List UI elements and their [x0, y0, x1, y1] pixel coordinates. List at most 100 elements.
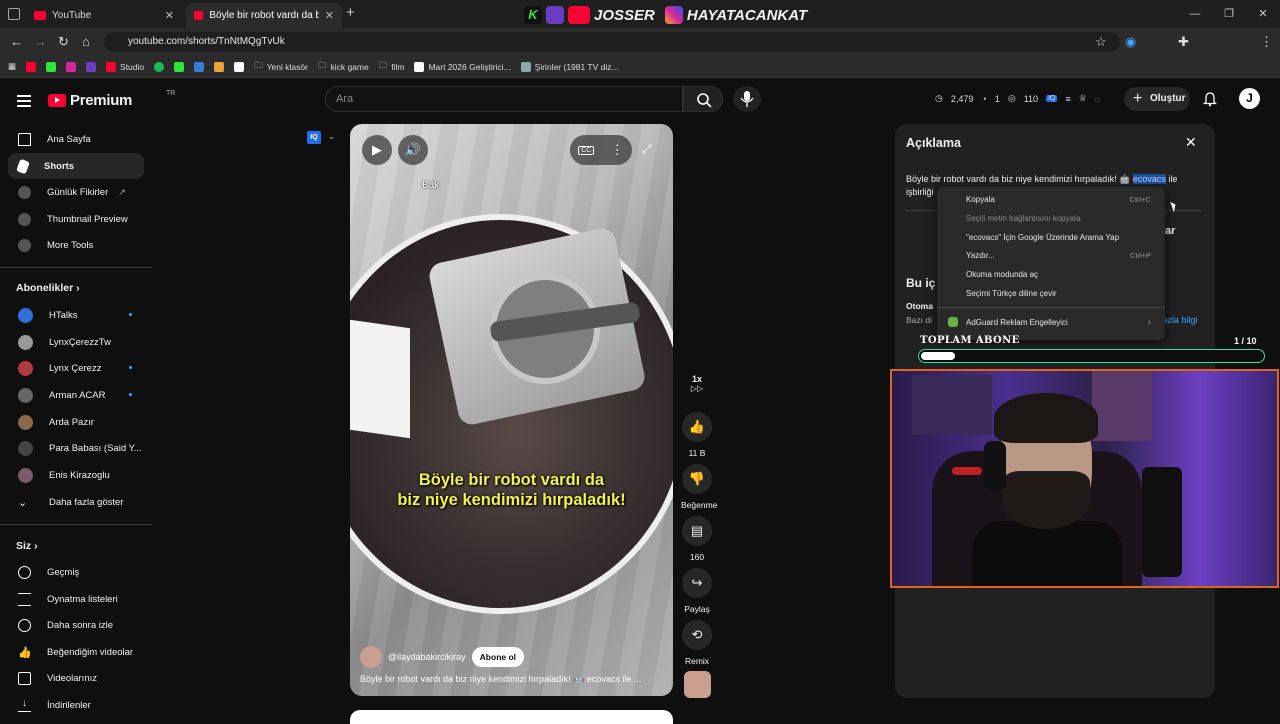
next-short-card[interactable]: [350, 710, 673, 724]
sidebar-item-downloads[interactable]: ↓ İndirilenler: [8, 692, 144, 718]
sidebar-item-home[interactable]: Ana Sayfa: [8, 126, 144, 152]
fullscreen-icon[interactable]: ⤢: [642, 142, 652, 157]
minimize-icon[interactable]: —: [1178, 0, 1212, 28]
like-button[interactable]: 👍 11 B: [681, 412, 713, 458]
channel-avatar[interactable]: [360, 646, 382, 668]
sidebar-item-more-tools[interactable]: More Tools: [8, 232, 144, 258]
sidebar-sub-para-babasi[interactable]: Para Babası (Said Y...: [8, 435, 144, 461]
sidebar-item-playlists[interactable]: Oynatma listeleri: [8, 586, 144, 612]
bookmark-spotify[interactable]: [154, 61, 165, 72]
bookmark-folder-yeni[interactable]: 🗀 Yeni klasör: [254, 60, 308, 74]
extensions-puzzle-icon[interactable]: ✚: [1178, 34, 1189, 50]
sidebar-item-watch-later[interactable]: Daha sonra izle: [8, 612, 144, 638]
bookmark-kick[interactable]: [46, 61, 57, 72]
menu-item-copy-link[interactable]: Seçili metin bağlantısını kopyala: [966, 214, 1080, 223]
menu-item-translate[interactable]: Seçimi Türkçe diline çevir: [966, 289, 1057, 298]
sidebar-item-gunluk-fikirler[interactable]: Günlük Fikirler ↗: [8, 179, 144, 205]
bookmark-kick2[interactable]: [174, 61, 185, 72]
bookmark-instagram[interactable]: [66, 61, 77, 72]
subscribe-button[interactable]: Abone ol: [471, 647, 525, 667]
bookmark-sirinler[interactable]: Şirinler (1981 TV diz...: [520, 61, 619, 72]
dislike-button[interactable]: 👎 Beğenme: [681, 464, 717, 510]
volume-icon: 🔊: [404, 142, 422, 157]
more-info-link[interactable]: fazla bilgi: [1160, 315, 1198, 325]
create-button[interactable]: + Oluştur: [1124, 87, 1190, 111]
sidebar-sub-arda-pazir[interactable]: Arda Pazır: [8, 409, 144, 435]
url-field[interactable]: youtube.com/shorts/TnNtMQgTvUk: [104, 32, 1120, 52]
extension-stats[interactable]: ◷ 2,479 ◔ 1 ◎ 110 IQ ≡ ♕ ◌: [935, 93, 1100, 104]
folder-icon: 🗀: [254, 59, 263, 70]
sidebar-item-shorts[interactable]: Shorts: [8, 153, 144, 179]
bookmark-misc[interactable]: [194, 61, 205, 72]
menu-item-google-search[interactable]: "ecovacs" İçin Google Üzerinde Arama Yap: [966, 233, 1119, 242]
volume-button[interactable]: 🔊: [398, 135, 428, 165]
extension-icon[interactable]: ◉: [1125, 34, 1136, 50]
microphone: [1142, 467, 1182, 577]
share-button[interactable]: ↪ Paylaş: [681, 568, 713, 614]
bookmark-mart[interactable]: Mart 2026 Geliştirici...: [414, 61, 511, 72]
play-button[interactable]: ▶: [362, 135, 392, 165]
menu-item-reading-mode[interactable]: Okuma modunda aç: [966, 270, 1038, 279]
you-heading[interactable]: Siz ›: [16, 540, 38, 552]
list-icon: ≡: [1065, 93, 1071, 104]
comments-button[interactable]: ▤ 160: [681, 516, 713, 562]
menu-item-copy[interactable]: Kopyala: [966, 195, 995, 204]
show-more-button[interactable]: ⌄ Daha fazla göster: [8, 489, 144, 515]
sidebar-sub-lynx-cerezz[interactable]: Lynx Çerezz: [8, 355, 144, 381]
channel-handle[interactable]: @ilaydabakircikiray: [388, 652, 466, 662]
bookmark-folder-film[interactable]: 🗀 film: [379, 60, 405, 74]
bookmark-misc3[interactable]: [234, 61, 245, 72]
youtube-premium-logo[interactable]: Premium TR: [48, 90, 175, 109]
tab-list-icon[interactable]: [8, 8, 20, 20]
iq-extension-badge[interactable]: IQ: [307, 131, 321, 144]
bookmark-folder-kick[interactable]: 🗀 kick game: [318, 60, 369, 74]
captions-icon[interactable]: CC: [578, 145, 595, 155]
new-tab-button[interactable]: +: [346, 4, 355, 21]
subscriptions-heading[interactable]: Abonelikler ›: [16, 282, 80, 294]
mic-icon: [740, 91, 754, 107]
short-video-player[interactable]: ▶ 🔊 CC ⋮ ⤢ Bak Böyle bir robot vardı da …: [350, 124, 673, 696]
forward-icon[interactable]: →: [34, 34, 47, 49]
sidebar-sub-htalks[interactable]: HTalks: [8, 302, 144, 328]
voice-search-button[interactable]: [733, 86, 761, 112]
bookmark-youtube[interactable]: [26, 61, 37, 72]
account-avatar[interactable]: J: [1239, 88, 1260, 109]
reload-icon[interactable]: ↻: [58, 34, 69, 50]
sidebar-sub-arman-acar[interactable]: Arman ACAR: [8, 382, 144, 408]
tab-youtube[interactable]: YouTube ✕: [26, 3, 182, 28]
search-button[interactable]: [683, 86, 723, 112]
close-icon[interactable]: ✕: [1185, 134, 1197, 151]
menu-item-print[interactable]: Yazdır...: [966, 251, 995, 260]
video-title[interactable]: Böyle bir robot vardı da biz niye kendim…: [360, 674, 641, 685]
sidebar-item-your-videos[interactable]: Videolarınız: [8, 665, 144, 691]
sidebar-sub-lynxcerezztw[interactable]: LynxÇerezzTw: [8, 329, 144, 355]
menu-icon[interactable]: [17, 93, 31, 110]
tab-short-video[interactable]: Böyle bir robot vardı da biz niye ✕: [186, 3, 342, 28]
sidebar-item-history[interactable]: Geçmiş: [8, 559, 144, 585]
browser-menu-icon[interactable]: ⋮: [1260, 34, 1273, 50]
restore-icon[interactable]: ❐: [1212, 0, 1246, 28]
bookmark-star-icon[interactable]: ☆: [1095, 34, 1107, 50]
sidebar-item-liked-videos[interactable]: 👍 Beğendiğim videolar: [8, 639, 144, 665]
notifications-bell-icon[interactable]: [1202, 91, 1218, 107]
search-input[interactable]: Ara: [325, 86, 683, 112]
new-content-dot: [129, 366, 132, 369]
bookmark-misc2[interactable]: [214, 61, 225, 72]
menu-item-adguard[interactable]: AdGuard Reklam Engelleyici: [966, 318, 1068, 327]
sidebar-item-thumbnail-preview[interactable]: Thumbnail Preview: [8, 206, 144, 232]
sidebar-sub-enis-kirazoglu[interactable]: Enis Kirazoglu: [8, 462, 144, 488]
more-options-icon[interactable]: ⋮: [611, 142, 624, 158]
close-tab-icon[interactable]: ✕: [165, 9, 174, 22]
bookmark-twitch[interactable]: [86, 61, 97, 72]
close-window-icon[interactable]: ✕: [1246, 0, 1280, 28]
bookmark-studio[interactable]: Studio: [106, 61, 144, 72]
home-browser-icon[interactable]: ⌂: [82, 34, 90, 49]
playback-speed-button[interactable]: 1x ▷▷: [681, 374, 713, 393]
apps-icon[interactable]: ▦: [8, 61, 16, 72]
remix-button[interactable]: ⟲ Remix: [681, 620, 713, 666]
chevron-down-icon[interactable]: ⌄: [328, 131, 336, 142]
sound-thumbnail[interactable]: [684, 671, 711, 698]
close-tab-icon[interactable]: ✕: [325, 9, 334, 22]
back-icon[interactable]: ←: [10, 34, 23, 49]
avatar: [18, 307, 33, 323]
